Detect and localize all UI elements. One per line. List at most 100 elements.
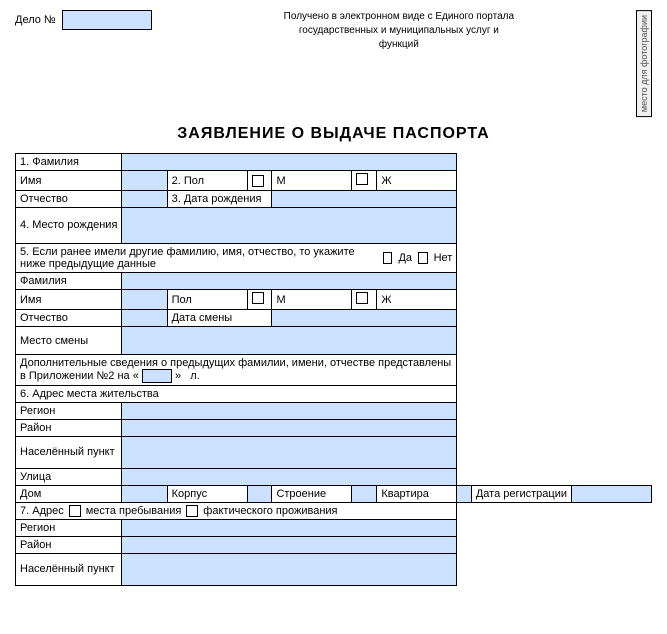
delo-label: Дело № (15, 14, 56, 26)
prev-mesto-smeny-input[interactable] (122, 327, 457, 355)
prev-pol-m-checkbox[interactable] (252, 292, 264, 304)
data-rozh-label: 3. Дата рождения (167, 191, 272, 208)
pol-m-checkbox-cell (247, 171, 272, 191)
nas-punkt2-input[interactable] (122, 554, 457, 586)
nas-punkt-input[interactable] (122, 437, 457, 469)
nas-punkt-label: Населённый пункт (16, 437, 122, 469)
table-row-region2: Регион (16, 520, 652, 537)
page-title: ЗАЯВЛЕНИЕ О ВЫДАЧЕ ПАСПОРТА (15, 125, 652, 143)
table-row-adres-header: 6. Адрес места жительства (16, 386, 652, 403)
prev-imya-input[interactable] (122, 290, 167, 310)
region2-label: Регион (16, 520, 122, 537)
data-rozh-input[interactable] (272, 191, 457, 208)
imya-label: Имя (16, 171, 122, 191)
delo-input[interactable] (62, 10, 152, 30)
adres7-label: 7. Адрес (20, 505, 64, 517)
ulitsa-input[interactable] (122, 469, 457, 486)
rayon2-input[interactable] (122, 537, 457, 554)
table-row-adres7: 7. Адрес места пребывания фактического п… (16, 503, 652, 520)
table-row-mesto-rozh: 4. Место рождения (16, 208, 652, 244)
kvartira-input[interactable] (457, 486, 472, 503)
prev-pol-zh-label: Ж (377, 290, 457, 310)
da-label: Да (398, 252, 412, 264)
prev-otchestvo-label: Отчество (16, 310, 122, 327)
region-input[interactable] (122, 403, 457, 420)
adres-header: 6. Адрес места жительства (16, 386, 457, 403)
prev-data-smeny-input[interactable] (272, 310, 457, 327)
fakt-proj-checkbox[interactable] (186, 505, 198, 517)
prev-otchestvo-input[interactable] (122, 310, 167, 327)
data-reg-input[interactable] (572, 486, 652, 503)
imya-input[interactable] (122, 171, 167, 191)
stroenie-input[interactable] (352, 486, 377, 503)
dom-input[interactable] (122, 486, 167, 503)
table-row-dom: Дом Корпус Строение Квартира Дата регист… (16, 486, 652, 503)
ulitsa-label: Улица (16, 469, 122, 486)
dom-label: Дом (16, 486, 122, 503)
pol-zh-checkbox[interactable] (356, 173, 368, 185)
otchestvo-label: Отчество (16, 191, 122, 208)
korpus-label: Корпус (167, 486, 247, 503)
adres7-cell: 7. Адрес места пребывания фактического п… (16, 503, 457, 520)
portal-text: Получено в электронном виде с Единого по… (279, 10, 519, 52)
fakt-proj-label: фактического проживания (203, 505, 337, 517)
region2-input[interactable] (122, 520, 457, 537)
dop-sved-cell: Дополнительные сведения о предыдущих фам… (16, 355, 457, 386)
rayon2-label: Район (16, 537, 122, 554)
data-reg-label: Дата регистрации (471, 486, 571, 503)
prev-mesto-smeny-label: Место смены (16, 327, 122, 355)
dop-sved-end: л. (190, 370, 199, 382)
prev-familiya-input[interactable] (122, 273, 457, 290)
prev-pol-zh-checkbox[interactable] (356, 292, 368, 304)
familiya-label: 1. Фамилия (16, 154, 122, 171)
main-form-table: 1. Фамилия Имя 2. Пол М Ж Отчество 3. Да… (15, 153, 652, 586)
kvartira-label: Квартира (377, 486, 457, 503)
familiya-input[interactable] (122, 154, 457, 171)
table-row-previous-note: 5. Если ранее имели другие фамилию, имя,… (16, 244, 652, 273)
table-row-rayon2: Район (16, 537, 652, 554)
prev-familiya-label: Фамилия (16, 273, 122, 290)
prev-data-smeny-label: Дата смены (167, 310, 272, 327)
table-row-prev-familiya: Фамилия (16, 273, 652, 290)
table-row-prev-otchestvo: Отчество Дата смены (16, 310, 652, 327)
dop-sved-mid: » (175, 370, 181, 382)
prev-pol-label: Пол (167, 290, 247, 310)
otchestvo-input[interactable] (122, 191, 167, 208)
mesto-rozh-input[interactable] (122, 208, 457, 244)
pol-m-label: М (272, 171, 352, 191)
mest-prebyv-checkbox[interactable] (69, 505, 81, 517)
table-row-imya: Имя 2. Пол М Ж (16, 171, 652, 191)
previous-note-cell: 5. Если ранее имели другие фамилию, имя,… (16, 244, 457, 273)
table-row-otchestvo: Отчество 3. Дата рождения (16, 191, 652, 208)
prev-pol-zh-cell (352, 290, 377, 310)
mest-prebyv-label: места пребывания (86, 505, 182, 517)
pol-zh-checkbox-cell (352, 171, 377, 191)
table-row-dop-sved: Дополнительные сведения о предыдущих фам… (16, 355, 652, 386)
previous-note-text: 5. Если ранее имели другие фамилию, имя,… (20, 246, 377, 270)
prev-pol-m-cell (247, 290, 272, 310)
prev-imya-label: Имя (16, 290, 122, 310)
prev-pol-m-label: М (272, 290, 352, 310)
table-row-nas-punkt: Населённый пункт (16, 437, 652, 469)
table-row-prev-imya: Имя Пол М Ж (16, 290, 652, 310)
rayon-input[interactable] (122, 420, 457, 437)
table-row-region: Регион (16, 403, 652, 420)
net-checkbox[interactable] (418, 252, 428, 264)
table-row-familiya: 1. Фамилия (16, 154, 652, 171)
table-row-nas-punkt2: Населённый пункт (16, 554, 652, 586)
korpus-input[interactable] (247, 486, 272, 503)
table-row-ulitsa: Улица (16, 469, 652, 486)
pol-zh-label: Ж (377, 171, 457, 191)
mesto-rozh-label: 4. Место рождения (16, 208, 122, 244)
pol-m-checkbox[interactable] (252, 175, 264, 187)
net-label: Нет (434, 252, 453, 264)
region-label: Регион (16, 403, 122, 420)
pol-label: 2. Пол (167, 171, 247, 191)
stroenie-label: Строение (272, 486, 352, 503)
table-row-prev-mesto-smeny: Место смены (16, 327, 652, 355)
dop-sved-text: Дополнительные сведения о предыдущих фам… (20, 357, 451, 382)
photo-placeholder: место для фотографии (636, 10, 652, 117)
rayon-label: Район (16, 420, 122, 437)
nas-punkt2-label: Населённый пункт (16, 554, 122, 586)
da-checkbox[interactable] (383, 252, 393, 264)
